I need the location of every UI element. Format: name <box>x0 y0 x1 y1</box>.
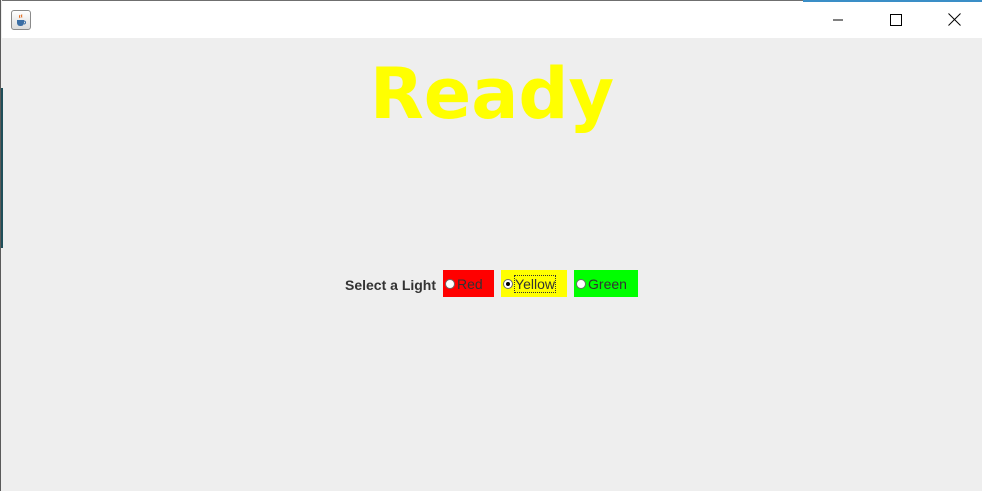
radio-red-indicator[interactable] <box>445 278 456 289</box>
light-selector: Select a Light Red Yellow Green <box>345 270 639 297</box>
maximize-button[interactable] <box>867 1 925 38</box>
radio-red[interactable]: Red <box>443 270 495 297</box>
radio-green-label: Green <box>588 275 627 292</box>
java-cup-icon[interactable] <box>11 10 31 30</box>
app-window: Ready Select a Light Red Yellow Green <box>0 0 982 491</box>
maximize-icon <box>890 13 902 26</box>
select-light-label: Select a Light <box>345 276 437 293</box>
radio-green-indicator[interactable] <box>576 278 587 289</box>
minimize-icon <box>833 19 843 20</box>
radio-yellow-label: Yellow <box>514 274 556 293</box>
radio-green[interactable]: Green <box>574 270 639 297</box>
radio-yellow[interactable]: Yellow <box>501 270 568 297</box>
traffic-light-status: Ready <box>369 53 615 135</box>
radio-red-label: Red <box>457 275 483 292</box>
close-icon <box>947 13 961 26</box>
title-bar[interactable] <box>2 0 982 38</box>
close-button[interactable] <box>925 1 982 38</box>
radio-yellow-indicator[interactable] <box>503 278 514 289</box>
minimize-button[interactable] <box>809 1 867 38</box>
